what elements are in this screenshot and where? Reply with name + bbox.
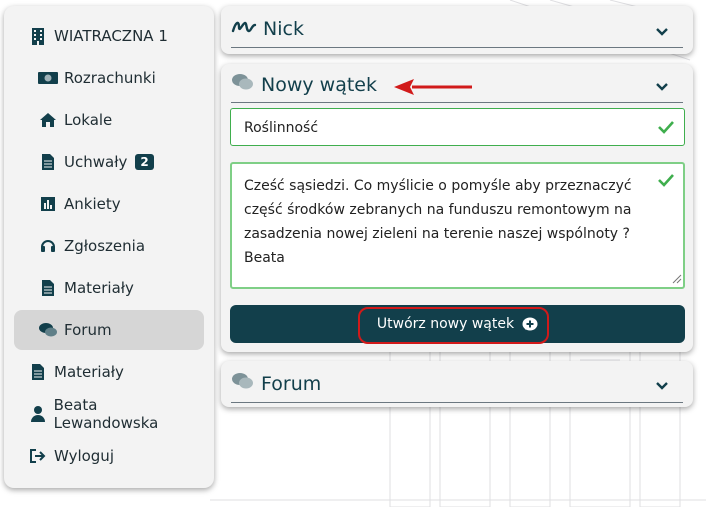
card-title: Forum [261,372,322,395]
sidebar-item-label: Uchwały [64,153,128,171]
sidebar-item-label: Lokale [64,111,113,129]
sidebar-item-label: Zgłoszenia [64,237,146,255]
comments-icon [38,320,58,340]
sidebar-item-label: Ankiety [64,195,121,213]
sidebar-item-lokale[interactable]: Lokale [14,100,204,140]
comments-icon [231,73,255,96]
sidebar-item-materialy-main[interactable]: Materiały [14,352,204,392]
money-icon [38,68,58,88]
building-icon [28,26,48,46]
user-icon [28,404,48,424]
bar-chart-icon [38,194,58,214]
sidebar-item-label: Materiały [64,279,134,297]
thread-body-textarea[interactable]: Cześć sąsiedzi. Co myślicie o pomyśle ab… [230,162,685,289]
sidebar-item-label: Rozrachunki [64,69,156,87]
sidebar-item-label: Wyloguj [54,447,114,465]
sidebar-item-community[interactable]: WIATRACZNA 1 [14,16,204,56]
document-icon [38,278,58,298]
sidebar-item-ankiety[interactable]: Ankiety [14,184,204,224]
forum-card: Forum [221,361,693,407]
document-icon [38,152,58,172]
count-badge: 2 [135,154,154,170]
home-icon [38,110,58,130]
check-icon [658,121,674,134]
sidebar-item-label: WIATRACZNA 1 [54,27,168,45]
thread-subject-input[interactable]: Roślinność [230,108,685,146]
card-title: Nowy wątek [261,73,377,96]
chevron-down-icon[interactable] [655,378,669,392]
forum-card-header[interactable]: Forum [231,365,683,403]
chevron-down-icon[interactable] [655,24,669,38]
chevron-down-icon[interactable] [655,79,669,93]
sidebar-item-materialy[interactable]: Materiały [14,268,204,308]
sidebar-item-logout[interactable]: Wyloguj [14,436,204,476]
sidebar-item-rozrachunki[interactable]: Rozrachunki [14,58,204,98]
sidebar-item-label: Beata Lewandowska [53,396,159,432]
logout-icon [28,446,48,466]
annotation-highlight [358,307,549,344]
resize-handle-icon[interactable] [670,272,682,284]
sidebar-item-label: Forum [64,321,112,339]
card-title: Nick [263,17,304,40]
sidebar-item-zgloszenia[interactable]: Zgłoszenia [14,226,204,266]
nick-card-header[interactable]: Nick [231,10,683,48]
signature-icon [231,18,257,40]
headset-icon [38,236,58,256]
sidebar-item-user[interactable]: Beata Lewandowska [14,394,204,434]
nick-card: Nick [221,6,693,54]
sidebar-item-label: Materiały [54,363,124,381]
sidebar-item-uchwaly[interactable]: Uchwały 2 [14,142,204,182]
sidebar-item-forum[interactable]: Forum [14,310,204,350]
check-icon [658,174,674,187]
sidebar: WIATRACZNA 1 Rozrachunki Lokale Uchwały … [4,6,214,488]
annotation-arrow-icon [394,79,472,95]
document-icon [28,362,48,382]
comments-icon [231,372,255,395]
